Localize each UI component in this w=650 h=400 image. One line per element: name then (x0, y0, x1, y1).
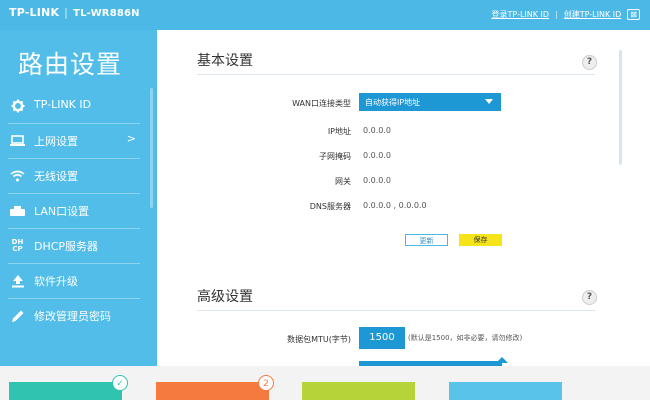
main-panel: 基本设置 ? WAN口连接类型 自动获得IP地址 IP地址 0.0.0.0 子网… (157, 30, 650, 366)
divider (197, 310, 595, 311)
main-scrollbar[interactable] (619, 50, 622, 165)
dns-server-value: 0.0.0.0 , 0.0.0.0 (363, 201, 427, 210)
gateway-label: 网关 (335, 177, 351, 186)
sidebar-item-label: LAN口设置 (34, 205, 90, 218)
subnet-mask-value: 0.0.0.0 (363, 151, 391, 160)
top-links: 登录TP-LINK ID | 创建TP-LINK ID ⊠ (492, 9, 640, 20)
pencil-icon (10, 308, 25, 323)
brand: TP-LINK | TL-WR886N (9, 6, 140, 19)
ip-address-label: IP地址 (327, 127, 351, 136)
sidebar-item-label: DHCP服务器 (34, 240, 99, 253)
sidebar-item-tplink-id[interactable]: TP-LINK ID (8, 89, 140, 124)
bottom-strip: ✓ 2 (0, 366, 650, 400)
gateway-value: 0.0.0.0 (363, 176, 391, 185)
dhcp-icon: DH CP (11, 237, 24, 253)
help-icon[interactable]: ? (582, 290, 597, 305)
help-icon[interactable]: ? (582, 55, 597, 70)
status-tile[interactable] (156, 382, 269, 400)
count-badge: 2 (258, 375, 274, 391)
sidebar-item-label: TP-LINK ID (34, 98, 92, 111)
subnet-mask-label: 子网掩码 (319, 152, 351, 161)
login-link[interactable]: 登录TP-LINK ID (492, 10, 550, 19)
close-icon[interactable]: ⊠ (627, 9, 640, 20)
caret-down-icon (485, 99, 493, 104)
brand-logo: TP-LINK (9, 6, 60, 19)
sidebar-item-label: 无线设置 (34, 170, 78, 183)
divider (197, 74, 595, 75)
router-settings-page: TP-LINK | TL-WR886N 登录TP-LINK ID | 创建TP-LINK… (0, 0, 650, 400)
sidebar-item-dhcp[interactable]: DH CP DHCP服务器 (8, 229, 140, 264)
ip-address-value: 0.0.0.0 (363, 126, 391, 135)
advanced-settings-title: 高级设置 (197, 289, 253, 305)
status-tile[interactable] (9, 382, 122, 400)
sidebar-item-password[interactable]: 修改管理员密码 (8, 299, 140, 333)
refresh-button[interactable]: 更新 (405, 234, 448, 246)
top-bar: TP-LINK | TL-WR886N 登录TP-LINK ID | 创建TP-LINK… (0, 0, 650, 30)
wan-type-value: 自动获得IP地址 (365, 98, 421, 107)
dns-server-label: DNS服务器 (309, 202, 351, 211)
sidebar-item-label: 修改管理员密码 (34, 310, 111, 323)
sidebar-item-label: 上网设置 (34, 135, 78, 148)
sidebar-menu: TP-LINK ID 上网设置 > 无线设置 LAN口设置 DH CP DHCP… (0, 89, 140, 333)
check-icon: ✓ (112, 375, 128, 391)
save-button[interactable]: 保存 (459, 234, 502, 246)
create-id-link[interactable]: 创建TP-LINK ID (564, 10, 622, 19)
sidebar-item-internet[interactable]: 上网设置 > (8, 124, 140, 159)
link-divider: | (555, 10, 558, 19)
wan-type-select[interactable]: 自动获得IP地址 (359, 93, 501, 111)
mtu-input[interactable]: 1500 (359, 327, 405, 349)
model-name: TL-WR886N (73, 8, 140, 19)
sidebar-item-upgrade[interactable]: 软件升级 (8, 264, 140, 299)
gear-icon (10, 98, 25, 113)
basic-settings-title: 基本设置 (197, 53, 253, 69)
sidebar-title: 路由设置 (18, 50, 123, 79)
status-tile[interactable] (302, 382, 415, 400)
brand-separator: | (64, 6, 69, 19)
sidebar: 路由设置 TP-LINK ID 上网设置 > 无线设置 LAN口设置 DH CP… (0, 30, 156, 370)
chevron-right-icon: > (126, 132, 136, 145)
sidebar-item-lan[interactable]: LAN口设置 (8, 194, 140, 229)
mtu-label: 数据包MTU(字节) (287, 335, 351, 344)
sidebar-scrollbar[interactable] (150, 88, 153, 208)
laptop-icon (10, 133, 25, 148)
mtu-hint: (默认是1500，如非必要，请勿修改) (408, 334, 523, 342)
sidebar-item-wireless[interactable]: 无线设置 (8, 159, 140, 194)
upload-icon (10, 273, 25, 288)
lan-icon (10, 203, 25, 218)
sidebar-item-label: 软件升级 (34, 275, 78, 288)
status-tile[interactable] (449, 382, 562, 400)
wifi-icon (10, 168, 25, 183)
wan-type-label: WAN口连接类型 (292, 99, 351, 108)
